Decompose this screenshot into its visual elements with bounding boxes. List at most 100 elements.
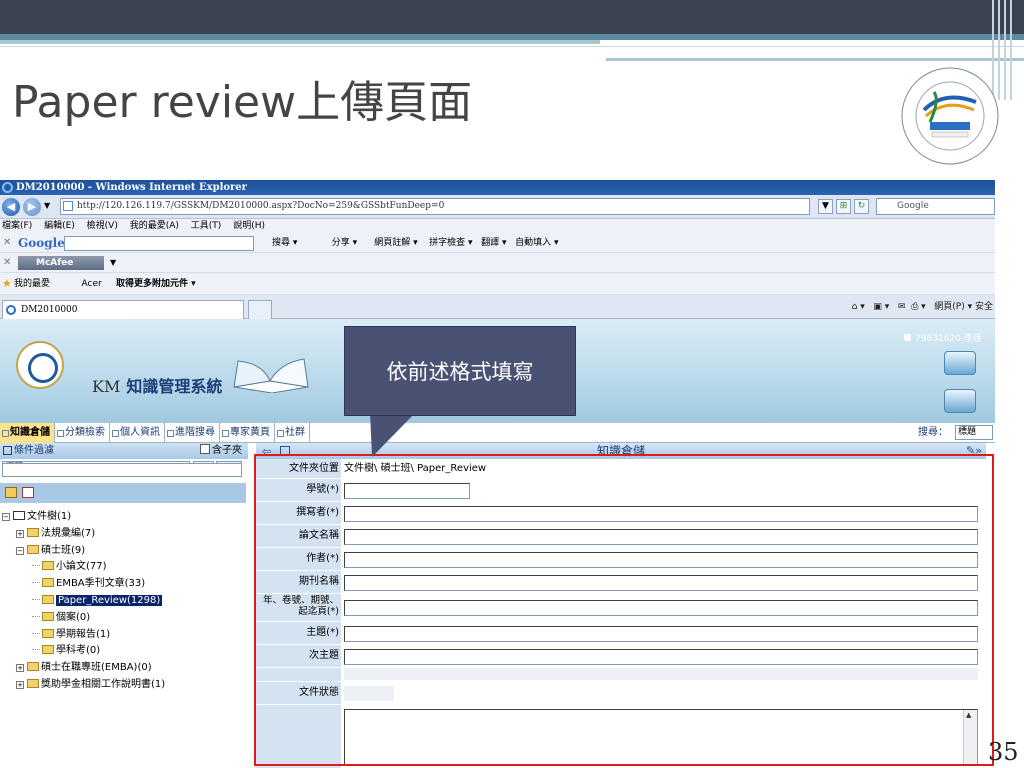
logout-shortcut-icon[interactable]	[944, 389, 976, 413]
nav-personal-info[interactable]: 個人資訊	[110, 423, 165, 443]
close-toolbar-icon[interactable]: ✕	[3, 253, 11, 273]
favorites-label[interactable]: 我的最愛	[14, 279, 50, 289]
page-menu[interactable]: 網頁(P) ▾ 安全	[934, 302, 993, 312]
favorites-bar: ★ 我的最愛 Acer 取得更多附加元件 ▾	[0, 273, 995, 295]
slide: Paper review上傳頁面 DM2010000 - Windows Int…	[0, 0, 1024, 768]
tab-bar: DM2010000 ⌂ ▾ ▣ ▾ ✉ ⎙ ▾ 網頁(P) ▾ 安全	[0, 295, 995, 319]
tree-node-label: 文件樹(1)	[27, 511, 72, 522]
home-shortcut-icon[interactable]	[944, 351, 976, 375]
folder-icon	[42, 578, 54, 588]
search-box[interactable]: Google	[876, 198, 995, 215]
tree-node[interactable]: − 碩士班(9)	[2, 543, 165, 560]
ntpu-logo	[16, 341, 64, 389]
annotate-button[interactable]: 網頁註解 ▾	[374, 238, 417, 248]
slide-header-bar	[0, 0, 1024, 34]
callout-text: 依前述格式填寫	[386, 360, 534, 384]
expand-icon[interactable]: +	[16, 529, 24, 538]
folder-icon	[42, 561, 54, 571]
km-prefix: KM	[92, 377, 121, 396]
slide-title: Paper review上傳頁面	[12, 77, 473, 128]
folder-icon	[42, 645, 54, 655]
menu-tools[interactable]: 工具(T)	[191, 221, 222, 231]
home-icon[interactable]: ⌂ ▾	[852, 302, 865, 312]
new-tab-button[interactable]	[248, 300, 272, 319]
menu-file[interactable]: 檔案(F)	[2, 221, 32, 231]
window-title: DM2010000 - Windows Internet Explorer	[16, 182, 247, 193]
autofill-button[interactable]: 自動填入 ▾	[515, 238, 558, 248]
tree-node[interactable]: EMBA季刊文章(33)	[2, 576, 165, 593]
menu-favorites[interactable]: 我的最愛(A)	[130, 221, 179, 231]
left-panel: 條件過濾 含子夾 標題 GO 進階 −文件樹(1)+法規彙編(7)−碩士班(9)…	[0, 443, 248, 768]
close-toolbar-icon[interactable]: ✕	[3, 233, 11, 253]
collapse-icon[interactable]: −	[16, 546, 24, 555]
get-addons-link[interactable]: 取得更多附加元件 ▾	[116, 279, 196, 289]
mcafee-button[interactable]: McAfee	[18, 256, 104, 270]
tree-node-label: EMBA季刊文章(33)	[56, 578, 146, 590]
google-logo: Google	[18, 236, 65, 250]
address-dropdown-icon[interactable]: ▼	[818, 199, 833, 214]
spellcheck-button[interactable]: 拼字檢查 ▾	[429, 238, 472, 248]
translate-button[interactable]: 翻譯 ▾	[481, 238, 506, 248]
command-bar: ⌂ ▾ ▣ ▾ ✉ ⎙ ▾ 網頁(P) ▾ 安全	[852, 299, 993, 315]
folder-icon	[13, 511, 25, 520]
callout-box: 依前述格式填寫	[344, 326, 576, 416]
filter-keyword-input[interactable]	[2, 463, 242, 477]
browser-tab[interactable]: DM2010000	[2, 300, 244, 319]
forward-arrow-icon[interactable]: ▶	[23, 198, 41, 216]
share-button[interactable]: 分享 ▾	[332, 238, 357, 248]
print-icon[interactable]: ⎙ ▾	[911, 302, 926, 312]
favorites-star-icon[interactable]: ★	[2, 273, 12, 295]
tree-node[interactable]: 個案(0)	[2, 610, 165, 627]
acer-link[interactable]: Acer	[82, 279, 102, 289]
expand-icon[interactable]: +	[16, 664, 24, 673]
ie-icon	[2, 182, 13, 193]
km-nav-bar: 知識倉儲 分類檢索 個人資訊 進階搜尋 專家黃頁 社群 搜尋： 標題	[0, 423, 995, 443]
tree-node[interactable]: 小論文(77)	[2, 559, 165, 576]
folder-icon	[42, 594, 54, 604]
nav-advanced-search[interactable]: 進階搜尋	[165, 423, 220, 443]
expand-icon[interactable]: +	[16, 680, 24, 689]
filter-icon	[3, 446, 12, 455]
history-dropdown-icon[interactable]: ▼	[44, 201, 50, 210]
back-arrow-icon[interactable]: ◀	[2, 198, 20, 216]
include-subfolders-checkbox[interactable]: 含子夾	[200, 443, 242, 459]
feeds-icon[interactable]: ▣ ▾	[873, 302, 889, 312]
tree-node-label: Paper_Review(1298)	[56, 594, 163, 606]
address-bar[interactable]: http://120.126.119.7/GSSKM/DM2010000.asp…	[60, 198, 810, 215]
site-search-label: 搜尋：	[918, 427, 948, 438]
tree-node[interactable]: + 碩士在職專班(EMBA)(0)	[2, 660, 165, 677]
tree-node[interactable]: Paper_Review(1298)	[2, 593, 165, 610]
google-search-input[interactable]	[64, 236, 254, 251]
km-system-name: 知識管理系統	[126, 377, 223, 396]
folder-toolbar	[0, 483, 246, 503]
book-illustration	[233, 358, 309, 393]
tree-node[interactable]: + 法規彙編(7)	[2, 526, 165, 543]
user-name: 79831620-李佳	[904, 331, 982, 344]
collapse-icon[interactable]: −	[2, 513, 10, 521]
tree-node[interactable]: − 文件樹(1)	[2, 509, 165, 526]
edit-folder-icon[interactable]	[22, 487, 34, 498]
tree-node[interactable]: 學期報告(1)	[2, 627, 165, 644]
site-search-select[interactable]: 標題	[955, 425, 993, 440]
mail-icon[interactable]: ✉	[898, 302, 906, 312]
folder-icon	[27, 662, 39, 672]
tree-node-label: 碩士在職專班(EMBA)(0)	[41, 662, 152, 674]
mcafee-dropdown-icon[interactable]: ▼	[110, 253, 116, 273]
menu-view[interactable]: 檢視(V)	[87, 221, 118, 231]
tree-node-label: 獎助學金相關工作說明書(1)	[41, 678, 166, 690]
window-title-bar: DM2010000 - Windows Internet Explorer	[0, 180, 995, 195]
ie-tab-icon	[6, 305, 16, 315]
tree-node[interactable]: 學科考(0)	[2, 643, 165, 660]
tree-node[interactable]: + 獎助學金相關工作說明書(1)	[2, 677, 165, 694]
nav-community[interactable]: 社群	[275, 423, 310, 443]
nav-knowledge-repository[interactable]: 知識倉儲	[0, 423, 55, 443]
google-search-button[interactable]: 搜尋 ▾	[272, 238, 297, 248]
new-folder-icon[interactable]	[5, 487, 17, 498]
nav-category-search[interactable]: 分類檢索	[55, 423, 110, 443]
menu-help[interactable]: 說明(H)	[233, 221, 265, 231]
slide-number: 35	[988, 738, 1019, 766]
compat-view-icon[interactable]: ⊞	[836, 199, 851, 214]
nav-expert-pages[interactable]: 專家黃頁	[220, 423, 275, 443]
menu-edit[interactable]: 編輯(E)	[44, 221, 75, 231]
refresh-icon[interactable]: ↻	[854, 199, 869, 214]
